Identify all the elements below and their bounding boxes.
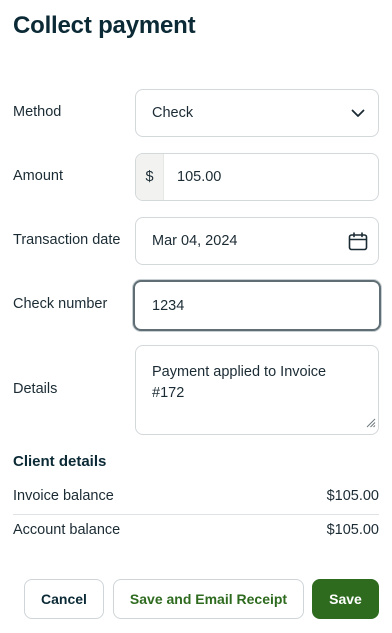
transaction-date-input[interactable]: Mar 04, 2024 bbox=[135, 217, 379, 265]
divider bbox=[13, 514, 379, 515]
page-title: Collect payment bbox=[13, 12, 196, 39]
save-and-email-receipt-button[interactable]: Save and Email Receipt bbox=[113, 579, 304, 619]
check-number-input[interactable]: 1234 bbox=[133, 280, 381, 331]
method-select[interactable]: Check bbox=[135, 89, 379, 137]
account-balance-row: Account balance $105.00 bbox=[13, 522, 379, 538]
resize-handle-icon[interactable] bbox=[364, 416, 376, 432]
amount-label: Amount bbox=[13, 168, 63, 184]
invoice-balance-value: $105.00 bbox=[326, 488, 379, 504]
method-value: Check bbox=[152, 105, 194, 121]
check-number-label: Check number bbox=[13, 296, 108, 312]
transaction-date-label: Transaction date bbox=[13, 232, 121, 248]
calendar-icon[interactable] bbox=[338, 218, 378, 264]
amount-input[interactable]: $ 105.00 bbox=[135, 153, 379, 201]
check-number-value: 1234 bbox=[152, 297, 185, 314]
cancel-button[interactable]: Cancel bbox=[24, 579, 104, 619]
save-button[interactable]: Save bbox=[312, 579, 379, 619]
details-label: Details bbox=[13, 381, 58, 397]
details-textarea[interactable]: Payment applied to Invoice #172 bbox=[135, 345, 379, 435]
amount-value: 105.00 bbox=[177, 169, 222, 185]
invoice-balance-label: Invoice balance bbox=[13, 488, 114, 504]
account-balance-label: Account balance bbox=[13, 522, 121, 538]
method-label: Method bbox=[13, 104, 62, 120]
account-balance-value: $105.00 bbox=[326, 522, 379, 538]
details-value: Payment applied to Invoice #172 bbox=[152, 364, 327, 401]
client-details-heading: Client details bbox=[13, 453, 107, 470]
transaction-date-value: Mar 04, 2024 bbox=[152, 233, 238, 249]
chevron-down-icon bbox=[338, 90, 378, 136]
collect-payment-dialog: Collect payment Method Check Amount $ 10… bbox=[0, 0, 392, 633]
invoice-balance-row: Invoice balance $105.00 bbox=[13, 488, 379, 504]
currency-prefix: $ bbox=[136, 154, 164, 200]
